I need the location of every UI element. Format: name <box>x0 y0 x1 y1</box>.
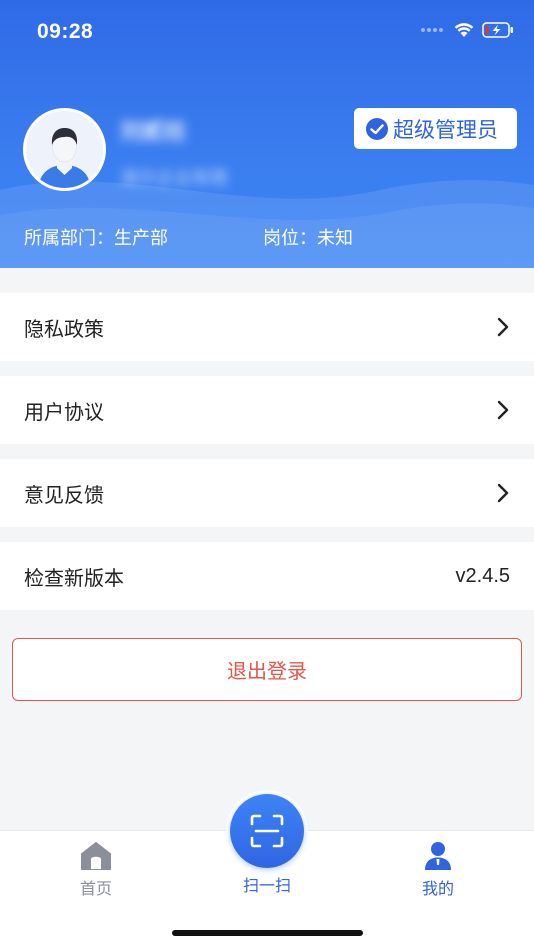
user-avatar-icon <box>26 111 103 188</box>
user-icon <box>425 842 451 870</box>
signal-icon <box>421 28 443 32</box>
logout-button[interactable]: 退出登录 <box>12 638 522 701</box>
chevron-right-icon <box>497 317 509 337</box>
tab-home[interactable]: 首页 <box>46 841 146 899</box>
post-value: 未知 <box>317 228 353 249</box>
profile-header: 09:28 刘贰柱 演示企业有限 超级管理员 所属部门：生产部 岗位：未知 <box>0 0 534 268</box>
home-icon <box>81 842 111 870</box>
wifi-icon <box>454 23 474 37</box>
scan-icon <box>250 814 284 848</box>
menu-label: 检查新版本 <box>24 565 124 590</box>
menu-label: 意见反馈 <box>24 482 104 507</box>
home-indicator <box>172 930 363 936</box>
menu-label: 隐私政策 <box>24 316 104 341</box>
menu-item-check-version[interactable]: 检查新版本 v2.4.5 <box>0 542 534 610</box>
department-info: 所属部门：生产部 <box>24 224 168 250</box>
tab-mine-label: 我的 <box>421 879 454 898</box>
version-value: v2.4.5 <box>455 564 510 587</box>
menu-label: 用户协议 <box>24 399 104 424</box>
user-name: 刘贰柱 <box>120 120 187 145</box>
menu-item-privacy[interactable]: 隐私政策 <box>0 293 534 361</box>
post-label: 岗位： <box>263 228 317 249</box>
department-value: 生产部 <box>114 228 168 249</box>
department-label: 所属部门： <box>24 228 114 249</box>
check-circle-icon <box>366 117 388 140</box>
user-company: 演示企业有限 <box>120 168 228 189</box>
tab-mine[interactable]: 我的 <box>388 841 488 899</box>
status-icons <box>420 22 514 38</box>
avatar[interactable] <box>23 108 106 191</box>
tab-scan-label[interactable]: 扫一扫 <box>217 872 317 896</box>
role-badge: 超级管理员 <box>354 108 517 149</box>
status-time: 09:28 <box>37 20 94 43</box>
menu-item-feedback[interactable]: 意见反馈 <box>0 459 534 527</box>
chevron-right-icon <box>497 400 509 420</box>
menu-item-agreement[interactable]: 用户协议 <box>0 376 534 444</box>
role-label: 超级管理员 <box>393 117 498 142</box>
tab-home-label: 首页 <box>79 879 112 898</box>
battery-icon <box>482 22 513 38</box>
scan-button[interactable] <box>230 794 304 868</box>
status-bar: 09:28 <box>0 0 534 66</box>
post-info: 岗位：未知 <box>263 224 353 250</box>
chevron-right-icon <box>497 483 509 503</box>
